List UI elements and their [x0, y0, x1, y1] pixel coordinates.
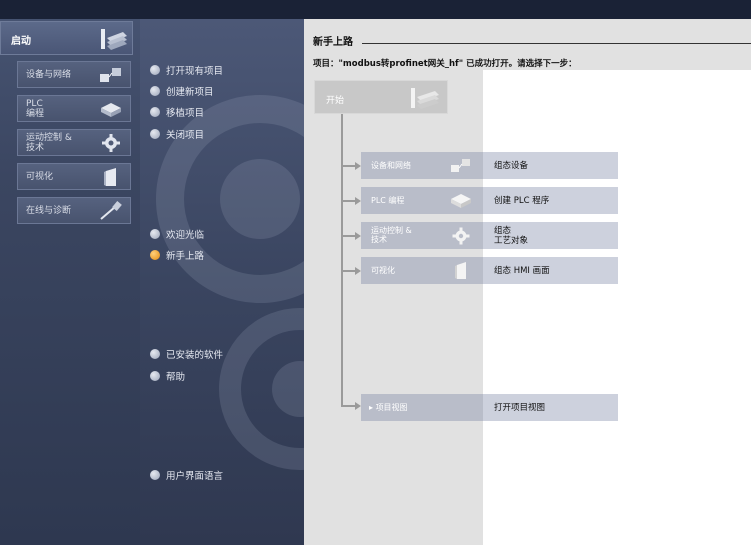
start-icon: [411, 88, 439, 109]
hmi-panel-icon: [455, 262, 466, 279]
page-title: 新手上路: [313, 37, 353, 48]
nav-item-label: 在线与诊断: [26, 206, 72, 216]
radio-dot-icon: [150, 129, 160, 139]
step-motion-technology[interactable]: 运动控制 & 技术 组态 工艺对象: [361, 222, 618, 249]
option-ui-language[interactable]: 用户界面语言: [150, 468, 223, 482]
plc-icon: [101, 103, 121, 117]
configure-technology-objects-link[interactable]: 组态 工艺对象: [494, 226, 528, 246]
first-steps-content: 新手上路 项目："modbus转profinet网关_hf" 已成功打开。请选择…: [304, 19, 751, 545]
radio-dot-icon: [150, 229, 160, 239]
devices-network-icon: [100, 68, 121, 82]
radio-dot-icon: [150, 86, 160, 96]
option-installed-software[interactable]: 已安装的软件: [150, 347, 223, 361]
configure-hmi-screen-link[interactable]: 组态 HMI 画面: [494, 266, 550, 276]
gear-icon: [452, 227, 470, 245]
step-project-view[interactable]: ▸ 项目视图 打开项目视图: [361, 394, 618, 421]
diagnostics-probe-icon: [100, 201, 122, 220]
option-first-steps[interactable]: 新手上路: [150, 248, 204, 262]
option-welcome[interactable]: 欢迎光临: [150, 227, 204, 241]
devices-network-icon: [451, 159, 470, 172]
portal-nav: 启动 设备与网络 PLC 编程 运动控制 & 技术 可视化 在线与诊断: [0, 19, 140, 545]
configure-devices-link[interactable]: 组态设备: [494, 161, 528, 171]
gear-background-icon: [156, 95, 304, 470]
open-project-view-link[interactable]: 打开项目视图: [494, 403, 545, 413]
start-options-panel: 打开现有项目 创建新项目 移植项目 关闭项目 欢迎光临 新手上路 已安装的软件 …: [140, 19, 304, 545]
flow-line: [341, 114, 343, 407]
project-status-text: 项目："modbus转profinet网关_hf" 已成功打开。请选择下一步：: [313, 59, 577, 69]
nav-online-diagnostics[interactable]: 在线与诊断: [17, 197, 131, 224]
title-bar: [0, 0, 751, 19]
start-box: 开始: [314, 80, 448, 114]
option-help[interactable]: 帮助: [150, 369, 185, 383]
project-view-label: ▸ 项目视图: [369, 403, 408, 412]
radio-dot-icon: [150, 371, 160, 381]
globe-icon: [150, 470, 160, 480]
start-portal-label: 启动: [11, 36, 31, 47]
step-visualization[interactable]: 可视化 组态 HMI 画面: [361, 257, 618, 284]
step-plc-programming[interactable]: PLC 编程 创建 PLC 程序: [361, 187, 618, 214]
radio-dot-icon: [150, 107, 160, 117]
radio-dot-icon: [150, 349, 160, 359]
nav-item-label: 运动控制 & 技术: [26, 133, 72, 153]
create-plc-program-link[interactable]: 创建 PLC 程序: [494, 196, 549, 206]
option-create-project[interactable]: 创建新项目: [150, 84, 214, 98]
title-divider: [362, 43, 751, 44]
nav-item-label: 设备与网络: [26, 70, 72, 80]
radio-dot-active-icon: [150, 250, 160, 260]
gear-icon: [102, 134, 120, 152]
step-devices-networks[interactable]: 设备和网络 组态设备: [361, 152, 618, 179]
nav-item-label: 可视化: [26, 172, 54, 182]
option-migrate-project[interactable]: 移植项目: [150, 105, 204, 119]
start-icon: [101, 29, 127, 50]
start-portal-button[interactable]: 启动: [0, 21, 133, 55]
nav-item-label: PLC 编程: [26, 99, 45, 119]
plc-icon: [451, 194, 471, 208]
hmi-panel-icon: [104, 168, 116, 186]
nav-devices-networks[interactable]: 设备与网络: [17, 61, 131, 88]
nav-motion-technology[interactable]: 运动控制 & 技术: [17, 129, 131, 156]
nav-plc-programming[interactable]: PLC 编程: [17, 95, 131, 122]
option-open-project[interactable]: 打开现有项目: [150, 63, 223, 77]
nav-visualization[interactable]: 可视化: [17, 163, 131, 190]
radio-dot-icon: [150, 65, 160, 75]
option-close-project[interactable]: 关闭项目: [150, 127, 204, 141]
